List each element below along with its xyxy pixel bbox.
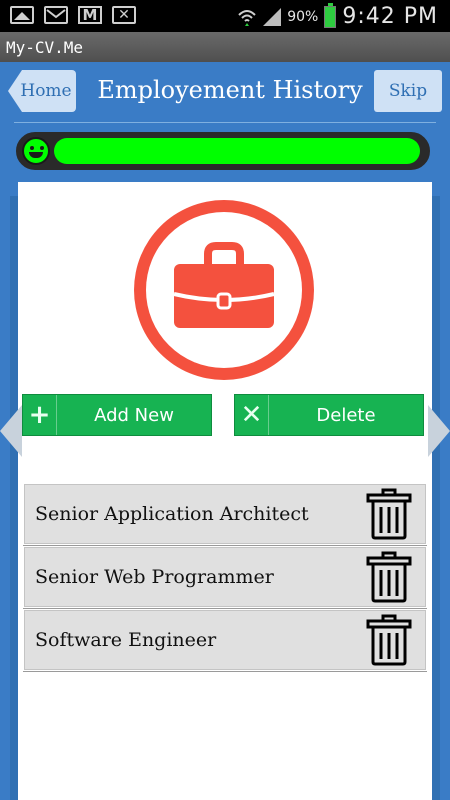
trash-icon[interactable] bbox=[365, 551, 413, 603]
next-arrow-icon[interactable] bbox=[428, 405, 450, 457]
list-item[interactable]: Software Engineer bbox=[23, 610, 427, 672]
trash-icon[interactable] bbox=[365, 488, 413, 540]
gmail-icon: M bbox=[78, 6, 102, 24]
job-list: Senior Application Architect Senior Web … bbox=[23, 484, 427, 673]
battery-percent: 90% bbox=[287, 8, 319, 25]
job-title: Software Engineer bbox=[35, 629, 217, 651]
delete-label: Delete bbox=[316, 404, 376, 426]
list-item[interactable]: Senior Application Architect bbox=[23, 484, 427, 546]
x-icon: ✕ bbox=[235, 395, 269, 435]
progress-fill bbox=[54, 138, 420, 164]
header-divider bbox=[14, 122, 436, 123]
page-title: Employement History bbox=[97, 76, 363, 104]
add-new-button[interactable]: + Add New bbox=[22, 394, 212, 436]
previous-arrow-icon[interactable] bbox=[0, 405, 22, 457]
skip-button[interactable]: Skip bbox=[374, 70, 442, 112]
missed-call-icon: ✕ bbox=[112, 6, 136, 24]
app-name: My-CV.Me bbox=[6, 38, 84, 57]
app-title-bar: My-CV.Me bbox=[0, 32, 450, 62]
battery-icon bbox=[324, 2, 337, 28]
smiley-icon bbox=[22, 137, 50, 165]
job-title: Senior Web Programmer bbox=[35, 566, 274, 588]
page-header: Home Employement History Skip bbox=[0, 62, 450, 124]
mail-icon bbox=[44, 6, 68, 24]
job-title: Senior Application Architect bbox=[35, 503, 309, 525]
delete-button[interactable]: ✕ Delete bbox=[234, 394, 424, 436]
list-item[interactable]: Senior Web Programmer bbox=[23, 547, 427, 609]
signal-icon bbox=[263, 7, 282, 26]
status-bar: M ✕ 90% 9:42 PM bbox=[0, 0, 450, 32]
plus-icon: + bbox=[23, 395, 57, 435]
notification-icons: M ✕ bbox=[10, 6, 136, 24]
clock: 9:42 PM bbox=[342, 4, 438, 29]
trash-icon[interactable] bbox=[365, 614, 413, 666]
wifi-icon bbox=[238, 9, 256, 26]
briefcase-icon bbox=[173, 242, 275, 328]
add-new-label: Add New bbox=[94, 404, 174, 426]
home-button[interactable]: Home bbox=[8, 70, 76, 112]
image-icon bbox=[10, 6, 34, 24]
progress-bar bbox=[16, 132, 430, 170]
